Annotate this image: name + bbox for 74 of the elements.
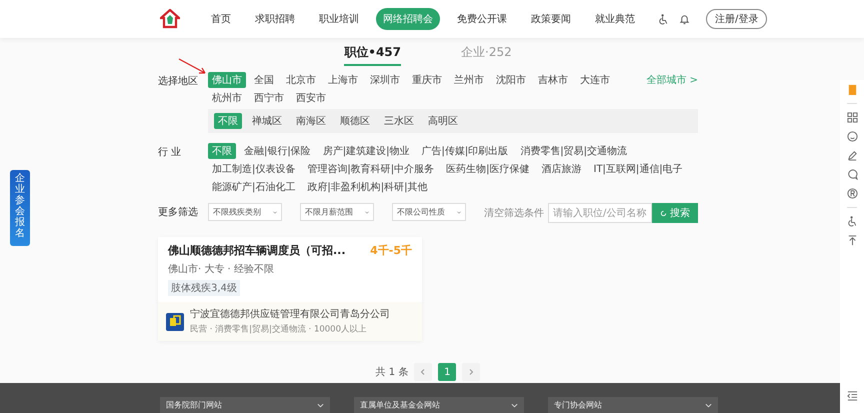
- nav-link[interactable]: 就业典范: [588, 8, 642, 30]
- industry-option[interactable]: IT|互联网|通信|电子: [590, 161, 687, 177]
- chevron-down-icon: [511, 402, 518, 408]
- filter-label: 行 业: [158, 146, 182, 159]
- city-option[interactable]: 北京市: [282, 72, 320, 88]
- city-option[interactable]: 吉林市: [534, 72, 572, 88]
- chat-icon[interactable]: [846, 169, 858, 180]
- smiley-icon[interactable]: [846, 131, 858, 142]
- filter-label: 更多筛选: [158, 206, 199, 219]
- nav-link[interactable]: 求职招聘: [248, 8, 302, 30]
- city-option[interactable]: 西安市: [292, 90, 330, 106]
- industry-option[interactable]: 管理咨询|教育科研|中介服务: [303, 161, 438, 177]
- city-option[interactable]: 西宁市: [250, 90, 288, 106]
- footer-select[interactable]: 国务院部门网站: [160, 397, 330, 413]
- accessibility-icon[interactable]: [658, 14, 669, 24]
- footer-select[interactable]: 专门协会网站: [548, 397, 718, 413]
- job-tag: 肢体残疾3,4级: [168, 280, 240, 296]
- city-option[interactable]: 上海市: [324, 72, 362, 88]
- filter-select[interactable]: 不限月薪范围: [300, 203, 374, 221]
- industry-option[interactable]: 医药生物|医疗保健: [442, 161, 534, 177]
- pencil-icon[interactable]: [846, 150, 858, 161]
- accessibility-icon[interactable]: [846, 216, 858, 227]
- city-option[interactable]: 杭州市: [208, 90, 246, 106]
- district-option[interactable]: 高明区: [424, 113, 462, 129]
- house-logo-icon[interactable]: [160, 9, 180, 29]
- company-info: 民营 · 消费零售|贸易|交通物流 · 10000人以上: [190, 323, 366, 335]
- industry-option[interactable]: 政府|非盈利机构|科研|其他: [303, 179, 432, 195]
- filter-label: 选择地区: [158, 74, 199, 88]
- chevron-down-icon: [317, 402, 324, 408]
- footer-select[interactable]: 直属单位及基金会网站: [354, 397, 524, 413]
- city-option[interactable]: 重庆市: [408, 72, 446, 88]
- nav-link[interactable]: 政策要闻: [524, 8, 578, 30]
- city-option[interactable]: 沈阳市: [492, 72, 530, 88]
- total-count: 共 1 条: [376, 366, 408, 379]
- district-option[interactable]: 三水区: [380, 113, 418, 129]
- filter-select[interactable]: 不限残疾类别: [208, 203, 282, 221]
- arrow-annotation: [178, 58, 208, 76]
- job-meta: 佛山市· 大专 · 经验不限: [168, 262, 275, 276]
- industry-option[interactable]: 金融|银行|保险: [240, 143, 315, 159]
- bell-icon[interactable]: [679, 14, 690, 24]
- industry-option[interactable]: 酒店旅游: [538, 161, 586, 177]
- city-option[interactable]: 深圳市: [366, 72, 404, 88]
- nav-link[interactable]: 职业培训: [312, 8, 366, 30]
- district-option[interactable]: 禅城区: [248, 113, 286, 129]
- industry-option[interactable]: 能源矿产|石油化工: [208, 179, 300, 195]
- tab[interactable]: 职位•457: [344, 44, 401, 66]
- filter-select[interactable]: 不限公司性质: [392, 203, 466, 221]
- collapse-icon[interactable]: [846, 390, 858, 401]
- grid-icon[interactable]: [846, 112, 858, 123]
- chevron-left-icon: [420, 369, 426, 375]
- chevron-down-icon: [705, 402, 712, 408]
- company-name[interactable]: 宁波宜德德邦供应链管理有限公司青岛分公司: [190, 307, 398, 321]
- industry-option[interactable]: 消费零售|贸易|交通物流: [516, 143, 631, 159]
- industry-option[interactable]: 广告|传媒|印刷出版: [418, 143, 512, 159]
- back-to-top-icon[interactable]: [846, 235, 858, 246]
- company-logo-icon: [166, 312, 184, 330]
- signup-banner[interactable]: 企业参会报名: [10, 170, 30, 246]
- industry-option[interactable]: 房产|建筑建设|物业: [318, 143, 414, 159]
- salary: 4千-5千: [370, 243, 412, 258]
- job-card[interactable]: 佛山顺德德邦招车辆调度员（可招... 4千-5千 佛山市· 大专 · 经验不限 肢体残疾3,4级 宁波宜德德邦供应链管理有限公司青岛分公司 民营 · 消费零售|贸易|交通物流 · 10000人以上: [158, 237, 422, 341]
- district-option[interactable]: 顺德区: [336, 113, 374, 129]
- district-option[interactable]: 南海区: [292, 113, 330, 129]
- search-field[interactable]: 请输入职位/公司名称: [548, 203, 652, 223]
- registered-icon[interactable]: [846, 188, 858, 199]
- job-title: 佛山顺德德邦招车辆调度员（可招...: [168, 243, 346, 258]
- chevron-right-icon: [468, 369, 474, 375]
- city-option[interactable]: 全国: [250, 72, 278, 88]
- city-option[interactable]: 大连市: [576, 72, 614, 88]
- city-option[interactable]: 兰州市: [450, 72, 488, 88]
- nav-link[interactable]: 免费公开课: [450, 8, 514, 30]
- refresh-icon: [660, 210, 667, 216]
- nav-link[interactable]: 首页: [204, 8, 238, 30]
- industry-option[interactable]: 加工制造|仪表设备: [208, 161, 300, 177]
- login-button[interactable]: 注册/登录: [706, 9, 768, 29]
